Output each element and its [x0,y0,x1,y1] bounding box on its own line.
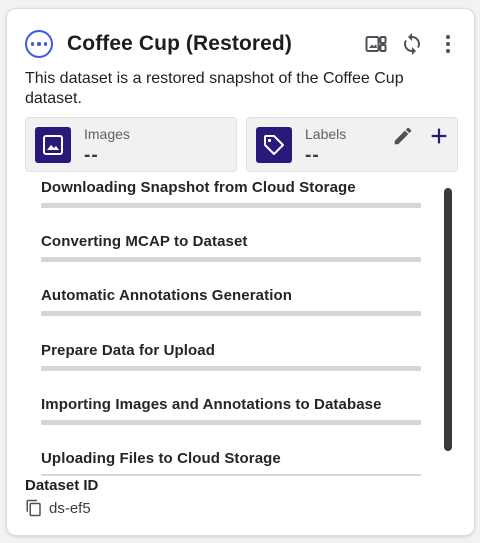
progress-label: Automatic Annotations Generation [41,287,292,304]
dataset-id-label: Dataset ID [25,477,99,494]
card-header: Coffee Cup (Restored) [25,27,460,61]
progress-bar [41,311,421,316]
progress-item: Downloading Snapshot from Cloud Storage [41,179,421,208]
progress-label: Importing Images and Annotations to Data… [41,396,382,413]
scrollbar-thumb[interactable] [444,188,452,451]
labels-count: -- [305,145,320,166]
labels-stat: Labels -- [246,117,458,172]
images-label: Images [84,126,130,142]
gallery-view-button[interactable] [364,32,388,56]
progress-list: Downloading Snapshot from Cloud Storage … [23,173,423,476]
progress-item: Importing Images and Annotations to Data… [41,396,421,425]
tag-icon [256,127,292,163]
more-vertical-icon [446,35,450,53]
progress-label: Downloading Snapshot from Cloud Storage [41,179,356,196]
progress-label: Prepare Data for Upload [41,342,216,359]
dataset-title: Coffee Cup (Restored) [67,32,292,55]
more-options-button[interactable] [436,32,460,56]
gallery-view-icon [365,36,387,52]
dataset-id-value: ds-ef5 [49,499,91,517]
stats-row: Images -- Labels -- [25,117,458,172]
progress-bar [41,474,421,476]
progress-bar [41,420,421,425]
progress-item: Converting MCAP to Dataset [41,233,421,262]
header-actions [364,32,460,56]
sync-button[interactable] [400,32,424,56]
progress-bar [41,366,421,371]
edit-icon [394,127,412,145]
progress-bar [41,257,421,262]
edit-labels-button[interactable] [391,124,415,148]
more-horizontal-circle-icon [25,30,53,58]
image-icon [35,127,71,163]
dataset-id-row: ds-ef5 [25,499,91,517]
dataset-description: This dataset is a restored snapshot of t… [25,70,404,107]
progress-item: Prepare Data for Upload [41,342,421,371]
add-label-button[interactable] [427,124,451,148]
progress-label: Converting MCAP to Dataset [41,233,248,250]
sync-icon [404,33,420,55]
labels-actions [391,124,451,148]
labels-label: Labels [305,126,347,142]
add-icon [431,128,447,144]
progress-bar [41,203,421,208]
images-count: -- [84,145,99,166]
progress-item: Automatic Annotations Generation [41,287,421,316]
images-stat: Images -- [25,117,237,172]
progress-item: Uploading Files to Cloud Storage [41,450,421,476]
progress-label: Uploading Files to Cloud Storage [41,450,281,467]
copy-id-button[interactable] [25,499,43,517]
dataset-card: Coffee Cup (Restored) This dataset is a … [6,8,475,536]
copy-icon [26,499,41,517]
